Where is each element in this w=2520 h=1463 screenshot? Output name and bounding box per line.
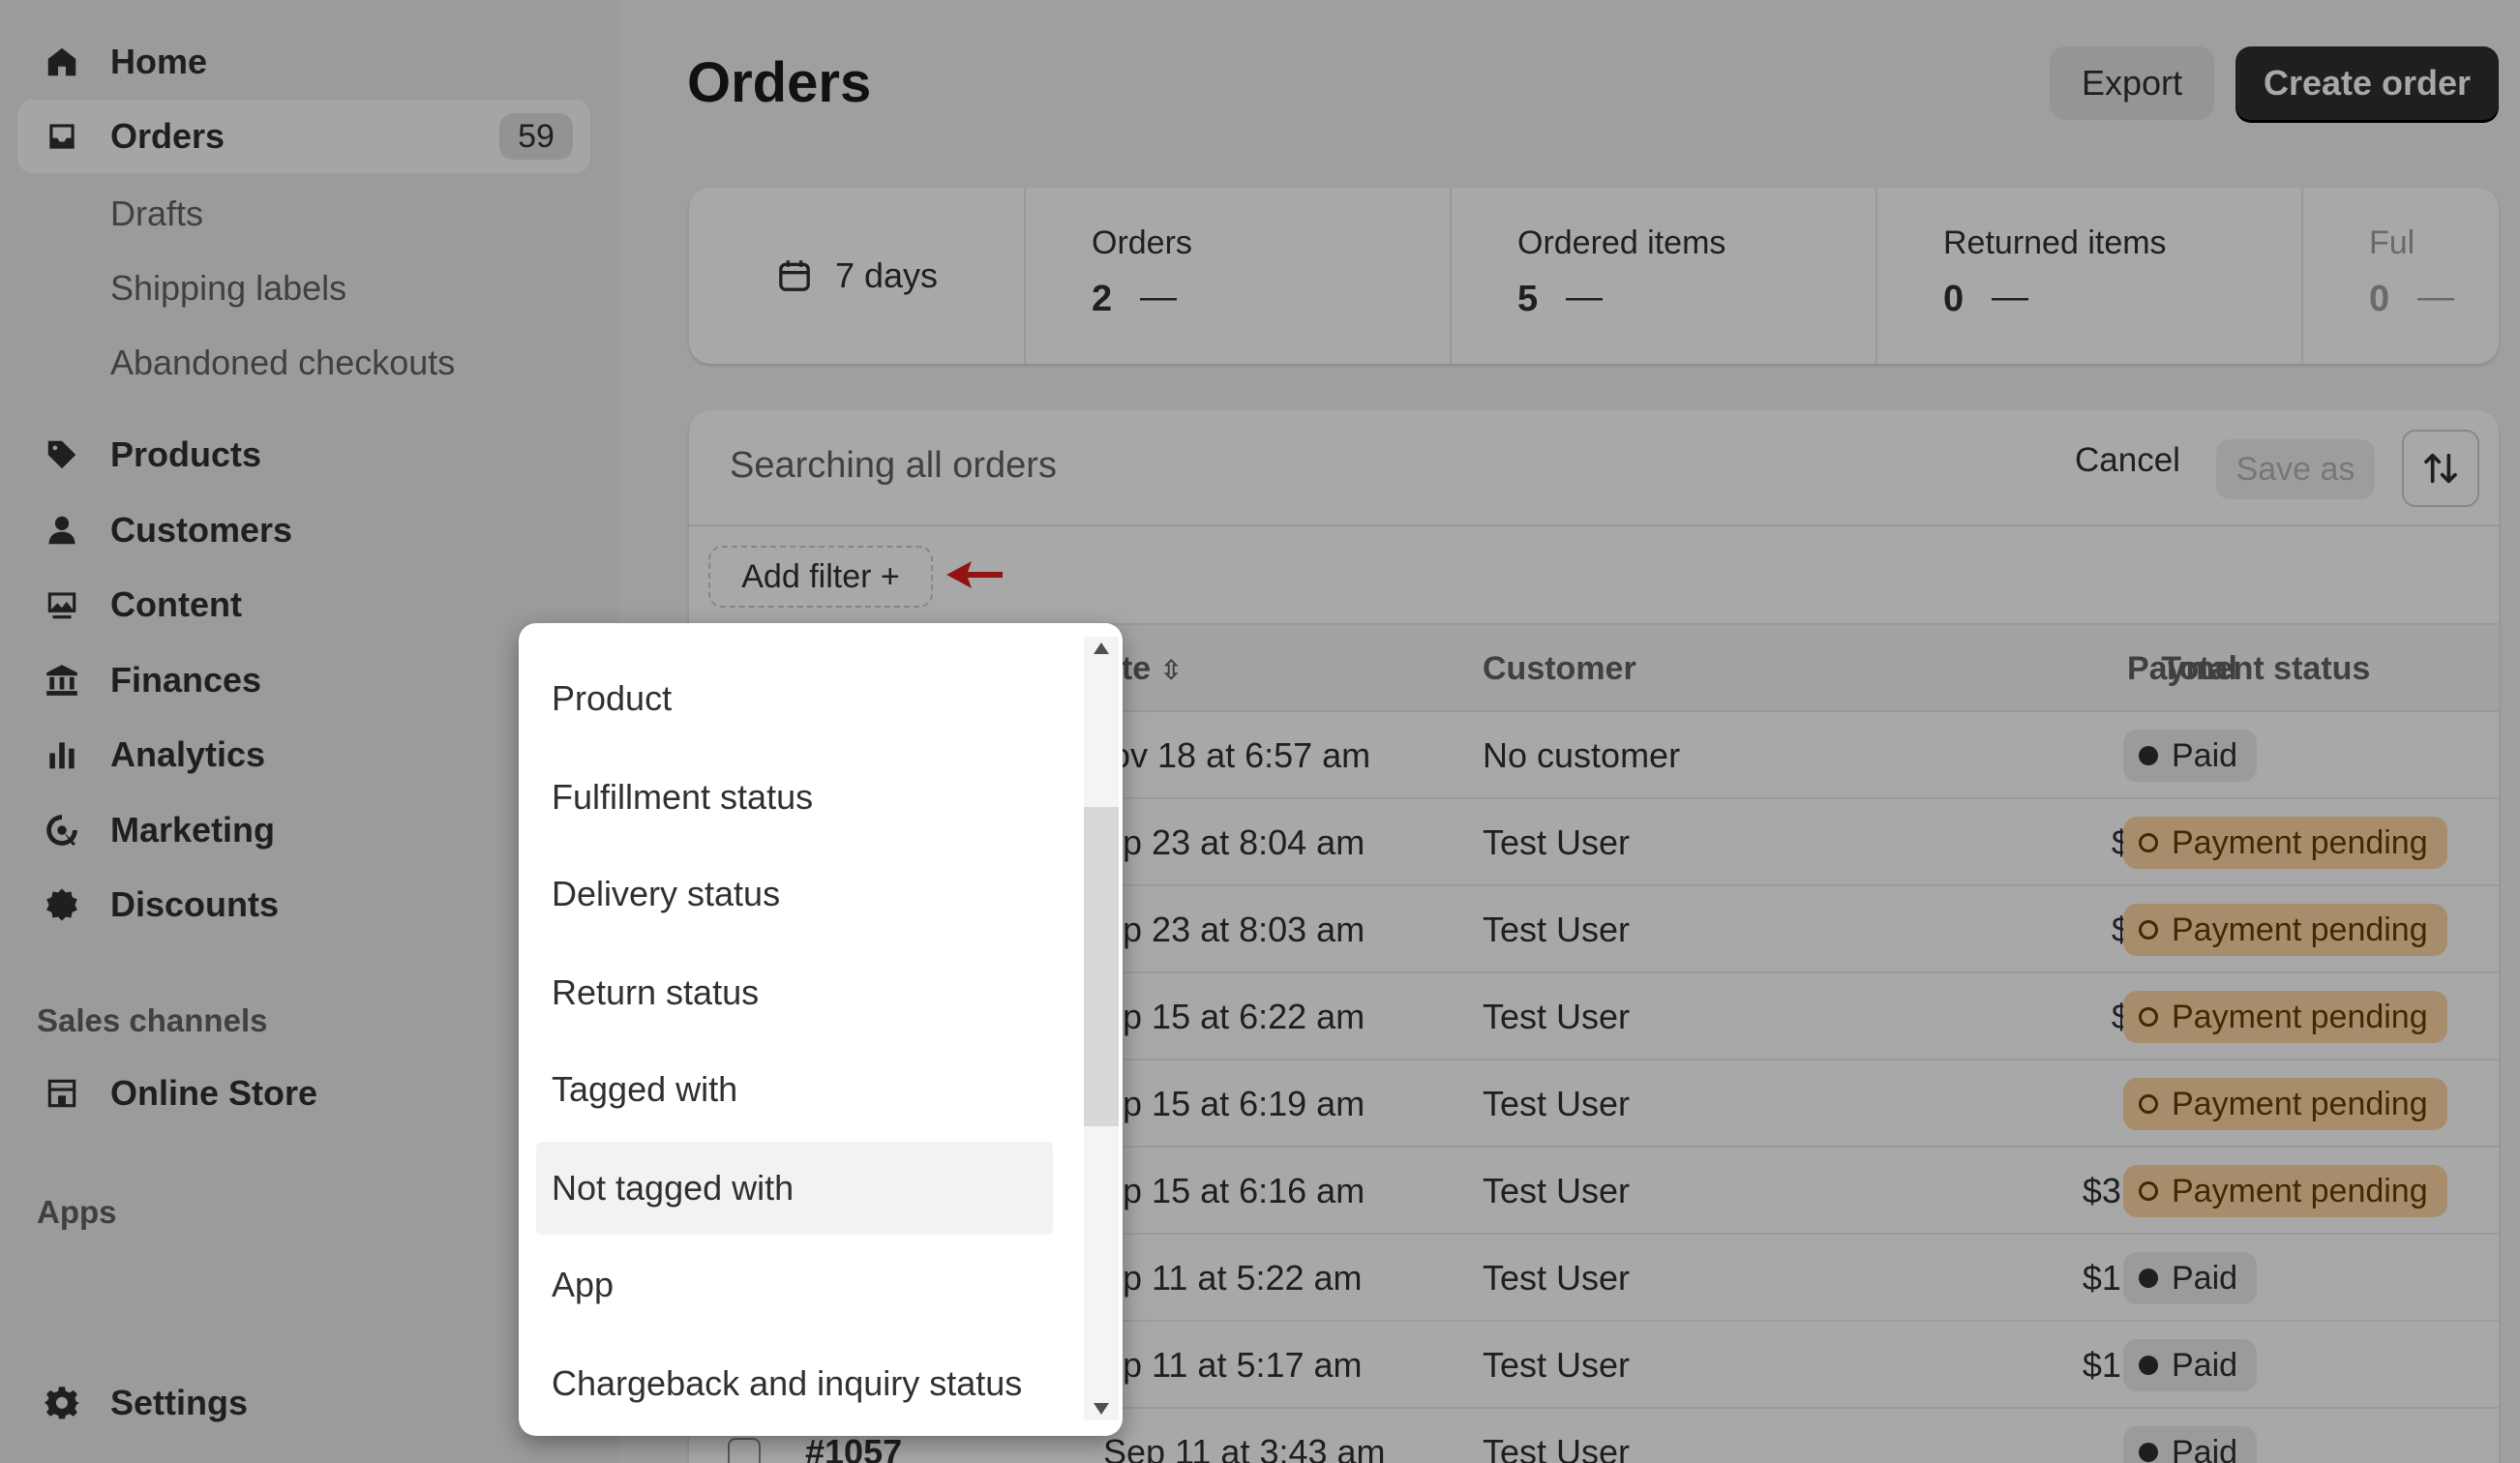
filter-option[interactable]: Fulfillment status <box>536 751 1053 844</box>
scroll-down-icon[interactable] <box>1094 1403 1109 1415</box>
filter-option[interactable]: Return status <box>536 946 1053 1039</box>
filter-option[interactable]: App <box>536 1239 1053 1331</box>
scroll-up-icon[interactable] <box>1094 642 1109 654</box>
filter-option[interactable]: Product <box>536 652 1053 745</box>
filter-option[interactable]: Delivery status <box>536 848 1053 940</box>
filter-dropdown: Product Fulfillment status Delivery status… <box>519 623 1123 1436</box>
filter-option[interactable]: Chargeback and inquiry status <box>536 1337 1053 1430</box>
filter-option[interactable]: Not tagged with <box>536 1142 1053 1235</box>
dropdown-scrollbar[interactable] <box>1084 637 1119 1420</box>
filter-option[interactable]: Tagged with <box>536 1043 1053 1136</box>
scrollbar-thumb[interactable] <box>1084 807 1119 1126</box>
modal-overlay[interactable] <box>0 0 2520 1463</box>
